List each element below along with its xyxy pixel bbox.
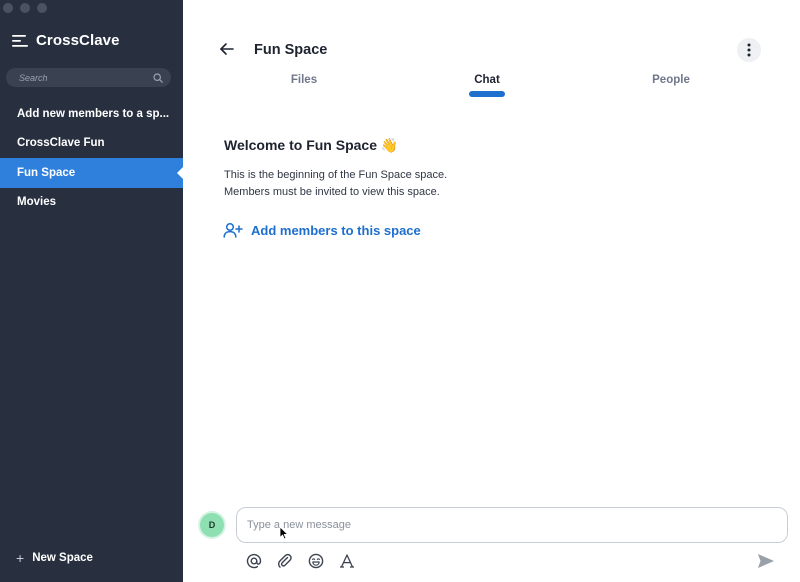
welcome-text: Welcome to Fun Space [224,137,377,153]
send-icon [758,554,774,568]
emoji-icon [308,553,324,569]
menu-icon[interactable] [12,34,28,48]
zoom-window-button[interactable] [37,3,47,13]
space-item-crossclave-fun[interactable]: CrossClave Fun [0,129,183,159]
waving-hand-icon: 👋 [380,138,399,154]
tab-chat[interactable]: Chat [474,74,500,86]
paperclip-icon [277,553,292,568]
space-item-fun-space[interactable]: Fun Space [0,158,183,188]
intro-line-2: Members must be invited to view this spa… [224,186,440,198]
plus-icon: + [16,550,25,566]
send-button[interactable] [757,553,775,569]
add-members-label: Add members to this space [251,222,421,238]
sidebar: CrossClave Add new members to a sp... Cr… [0,0,183,582]
attach-button[interactable] [276,552,294,570]
add-members-link[interactable]: Add members to this space [223,222,421,238]
minimize-window-button[interactable] [20,3,30,13]
more-options-button[interactable] [737,38,761,62]
main-panel: Fun Space Files Chat People Welcome to F… [183,0,800,582]
active-tab-indicator [469,91,505,97]
mouse-cursor-icon [279,526,289,540]
space-title: Fun Space [254,42,328,58]
tab-people[interactable]: People [652,74,690,86]
new-space-label: New Space [32,552,93,564]
tab-files[interactable]: Files [291,74,317,86]
font-format-icon [340,554,354,568]
space-intro: This is the beginning of the Fun Space s… [224,167,447,201]
space-item-movies[interactable]: Movies [0,188,183,218]
composer-toolbar [245,552,356,570]
emoji-button[interactable] [307,552,325,570]
space-list: Add new members to a sp... CrossClave Fu… [0,99,183,217]
search-bar [6,68,171,87]
search-icon[interactable] [153,72,163,83]
space-item-add-new-members[interactable]: Add new members to a sp... [0,99,183,129]
brand: CrossClave [12,32,120,49]
mention-button[interactable] [245,552,263,570]
user-plus-icon [223,222,243,238]
message-composer [236,507,788,543]
avatar[interactable]: D [200,513,224,537]
new-space-button[interactable]: + New Space [16,551,93,565]
window-controls [3,3,47,13]
space-header: Fun Space Files Chat People [183,0,800,100]
search-input[interactable] [19,72,153,83]
message-input[interactable] [247,519,787,531]
back-arrow-icon[interactable] [219,41,235,57]
app-name: CrossClave [36,32,120,49]
format-button[interactable] [338,552,356,570]
more-vertical-icon [747,43,751,57]
close-window-button[interactable] [3,3,13,13]
intro-line-1: This is the beginning of the Fun Space s… [224,169,448,181]
at-icon [246,553,262,569]
welcome-heading: Welcome to Fun Space 👋 [224,137,398,154]
